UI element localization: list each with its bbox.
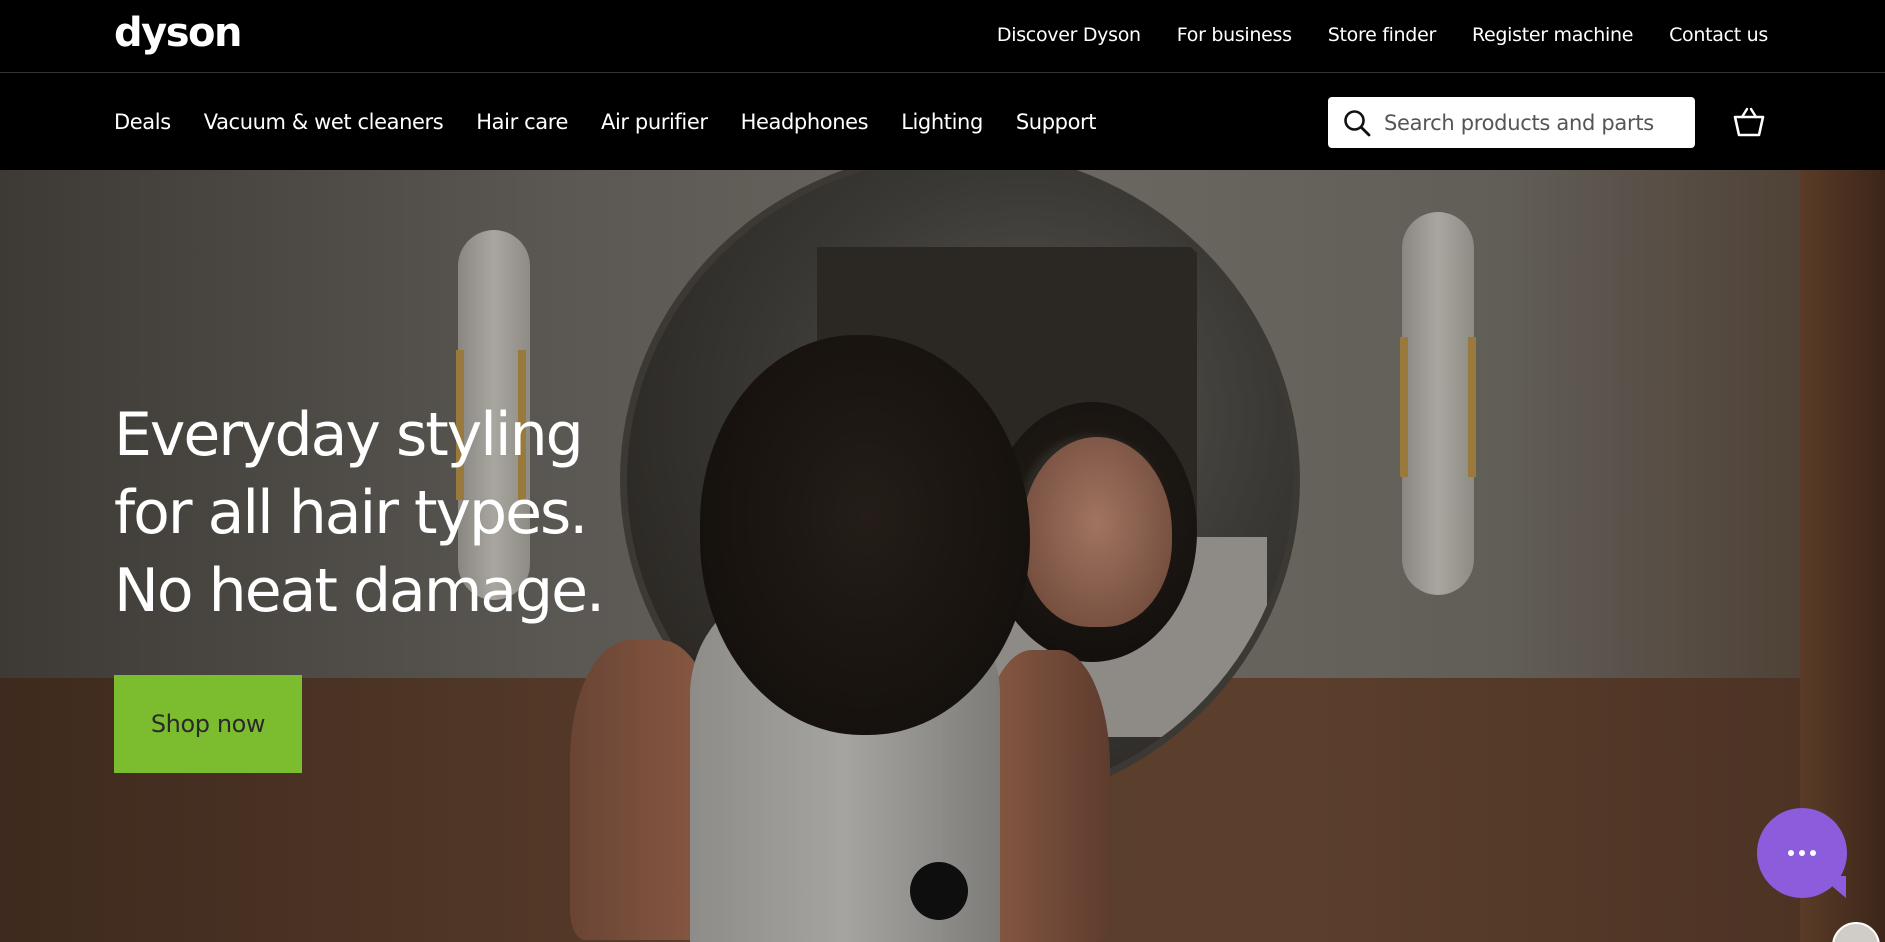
- nav-item-vacuum-wet-cleaners[interactable]: Vacuum & wet cleaners: [204, 110, 444, 134]
- search-input[interactable]: [1384, 110, 1684, 135]
- hero-banner: Everyday styling for all hair types. No …: [0, 170, 1885, 942]
- util-link-register-machine[interactable]: Register machine: [1472, 24, 1633, 46]
- nav-item-hair-care[interactable]: Hair care: [476, 110, 568, 134]
- main-nav-links: Deals Vacuum & wet cleaners Hair care Ai…: [114, 74, 1096, 170]
- util-link-discover-dyson[interactable]: Discover Dyson: [997, 24, 1141, 46]
- chat-dots-icon: [1788, 850, 1816, 856]
- hero-title: Everyday styling for all hair types. No …: [114, 400, 605, 626]
- nav-item-lighting[interactable]: Lighting: [901, 110, 983, 134]
- hair-dryer: [910, 862, 968, 920]
- nav-item-air-purifier[interactable]: Air purifier: [601, 110, 708, 134]
- person-curly-hair: [700, 335, 1030, 735]
- search-icon[interactable]: [1342, 108, 1372, 138]
- nav-item-support[interactable]: Support: [1016, 110, 1097, 134]
- search-box[interactable]: [1328, 97, 1695, 148]
- nav-item-headphones[interactable]: Headphones: [741, 110, 869, 134]
- util-link-for-business[interactable]: For business: [1177, 24, 1292, 46]
- util-link-contact-us[interactable]: Contact us: [1669, 24, 1768, 46]
- chat-bubble-tail: [1820, 876, 1846, 898]
- wall-sconce-right: [1400, 212, 1476, 595]
- dyson-logo[interactable]: dyson: [114, 10, 242, 56]
- utility-nav: Discover Dyson For business Store finder…: [997, 0, 1768, 70]
- top-utility-bar: dyson Discover Dyson For business Store …: [0, 0, 1885, 73]
- basket-icon[interactable]: [1732, 105, 1766, 139]
- shop-now-button[interactable]: Shop now: [114, 675, 302, 773]
- nav-item-deals[interactable]: Deals: [114, 110, 171, 134]
- util-link-store-finder[interactable]: Store finder: [1328, 24, 1437, 46]
